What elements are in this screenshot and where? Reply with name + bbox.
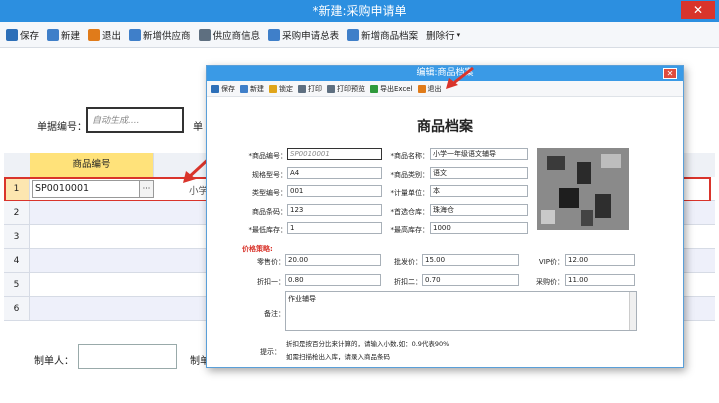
purchase-label: 采购价：: [536, 278, 564, 286]
grid-corner: [4, 153, 30, 177]
product-code-cell[interactable]: SP0010001 ···: [32, 180, 154, 198]
code-input[interactable]: SP0010001: [287, 148, 382, 160]
ellipsis-button[interactable]: ···: [139, 181, 153, 197]
exit-button[interactable]: 退出: [88, 28, 121, 42]
dialog-close-button[interactable]: ✕: [663, 68, 677, 79]
price-section-label: 价格策略:: [242, 245, 273, 253]
doc-no-input[interactable]: 自动生成....: [86, 107, 184, 133]
type-label: 类型编号：: [252, 189, 287, 197]
save-icon: [6, 28, 18, 41]
dialog-heading: 商品档案: [417, 119, 473, 135]
barcode-input[interactable]: 123: [287, 204, 382, 216]
retail-label: 零售价：: [257, 258, 285, 266]
tip-label: 提示：: [260, 348, 281, 356]
dialog-save-button[interactable]: 保存: [211, 84, 235, 94]
dialog-exit-button[interactable]: 退出: [417, 84, 442, 94]
vip-label: VIP价：: [538, 258, 564, 266]
max-stock-label: *最高库存：: [390, 226, 430, 234]
dialog-export-excel-button[interactable]: 导出Excel: [370, 84, 413, 94]
supplier-info-icon: [198, 28, 211, 41]
category-input[interactable]: 语文: [430, 167, 528, 179]
delete-row-button[interactable]: 删除行 ▾: [426, 28, 460, 42]
purchase-input[interactable]: 11.00: [565, 274, 635, 286]
row-number: 5: [4, 273, 30, 296]
row-number: 2: [4, 201, 30, 224]
print-preview-icon: [327, 84, 335, 93]
max-stock-input[interactable]: 1000: [430, 222, 528, 234]
product-archive-dialog: 编辑:商品档案 ✕ 保存 新建 锁定 打印 打印预览 导出Excel 退出 商品…: [206, 65, 684, 368]
row-number: 6: [4, 297, 30, 320]
grid-header-code: 商品编号: [30, 153, 154, 177]
remark-textarea[interactable]: 作业辅导: [285, 291, 637, 331]
new-button[interactable]: 新建: [47, 28, 80, 42]
add-supplier-button[interactable]: 新增供应商: [129, 28, 191, 42]
discount1-label: 折扣一：: [257, 278, 285, 286]
unit-label: *计量单位：: [390, 189, 430, 197]
row-number: 3: [4, 225, 30, 248]
warehouse-input[interactable]: 珠海仓: [430, 204, 528, 216]
save-icon: [211, 84, 219, 93]
type-input[interactable]: 001: [287, 185, 382, 197]
add-supplier-icon: [129, 28, 142, 41]
row-number: 4: [4, 249, 30, 272]
close-button[interactable]: ✕: [681, 1, 715, 19]
product-image[interactable]: [537, 148, 629, 230]
remark-label: 备注：: [264, 310, 285, 318]
main-toolbar: 保存 新建 退出 新增供应商 供应商信息 采购申请总表 新增商品档案 删除行 ▾: [0, 22, 719, 48]
vip-input[interactable]: 12.00: [565, 254, 635, 266]
add-product-icon: [347, 28, 360, 41]
dialog-lock-button[interactable]: 锁定: [269, 84, 293, 94]
doc-label-partial: 单: [193, 122, 203, 133]
barcode-label: 商品条码：: [252, 208, 287, 216]
lock-icon: [269, 84, 277, 93]
row-number: 1: [4, 177, 30, 200]
chevron-down-icon: ▾: [456, 30, 461, 39]
excel-icon: [370, 84, 378, 93]
new-icon: [47, 28, 60, 41]
tip-text-2: 如需扫描枪出入库，请录入商品条码: [286, 353, 390, 361]
dialog-print-button[interactable]: 打印: [298, 84, 322, 94]
name-label: *商品名称：: [390, 152, 430, 160]
wholesale-input[interactable]: 15.00: [422, 254, 519, 266]
window-title: *新建:采购申请单: [312, 4, 407, 18]
discount2-input[interactable]: 0.70: [422, 274, 519, 286]
creator-input[interactable]: [78, 344, 177, 369]
save-button[interactable]: 保存: [6, 28, 39, 42]
unit-input[interactable]: 本: [430, 185, 528, 197]
exit-icon: [88, 28, 101, 41]
min-stock-input[interactable]: 1: [287, 222, 382, 234]
discount1-input[interactable]: 0.80: [285, 274, 381, 286]
dialog-new-button[interactable]: 新建: [240, 84, 264, 94]
doc-no-label: 单据编号：: [37, 122, 87, 133]
spec-label: 规格型号：: [252, 171, 287, 179]
supplier-info-button[interactable]: 供应商信息: [198, 28, 260, 42]
print-icon: [298, 84, 306, 93]
purchase-summary-button[interactable]: 采购申请总表: [268, 28, 339, 42]
creator-label: 制单人：: [34, 356, 74, 367]
tip-text-1: 折扣是按百分比来计算的，请输入小数,如：0.9代表90%: [286, 340, 450, 348]
remark-scrollbar[interactable]: [629, 292, 636, 330]
add-product-button[interactable]: 新增商品档案: [347, 28, 418, 42]
spec-input[interactable]: A4: [287, 167, 382, 179]
window-title-bar: *新建:采购申请单 ✕: [0, 0, 719, 22]
category-label: *商品类别：: [390, 171, 430, 179]
summary-icon: [268, 28, 281, 41]
dialog-print-preview-button[interactable]: 打印预览: [327, 84, 365, 94]
warehouse-label: *首选仓库：: [390, 208, 430, 216]
retail-input[interactable]: 20.00: [285, 254, 381, 266]
new-icon: [240, 84, 248, 93]
discount2-label: 折扣二：: [394, 278, 422, 286]
arrow-annotation: [446, 66, 474, 89]
name-input[interactable]: 小学一年级语文辅导: [430, 148, 528, 160]
code-label: *商品编号：: [248, 152, 288, 160]
exit-icon: [417, 84, 426, 93]
wholesale-label: 批发价：: [394, 258, 422, 266]
min-stock-label: *最低库存：: [248, 226, 288, 234]
